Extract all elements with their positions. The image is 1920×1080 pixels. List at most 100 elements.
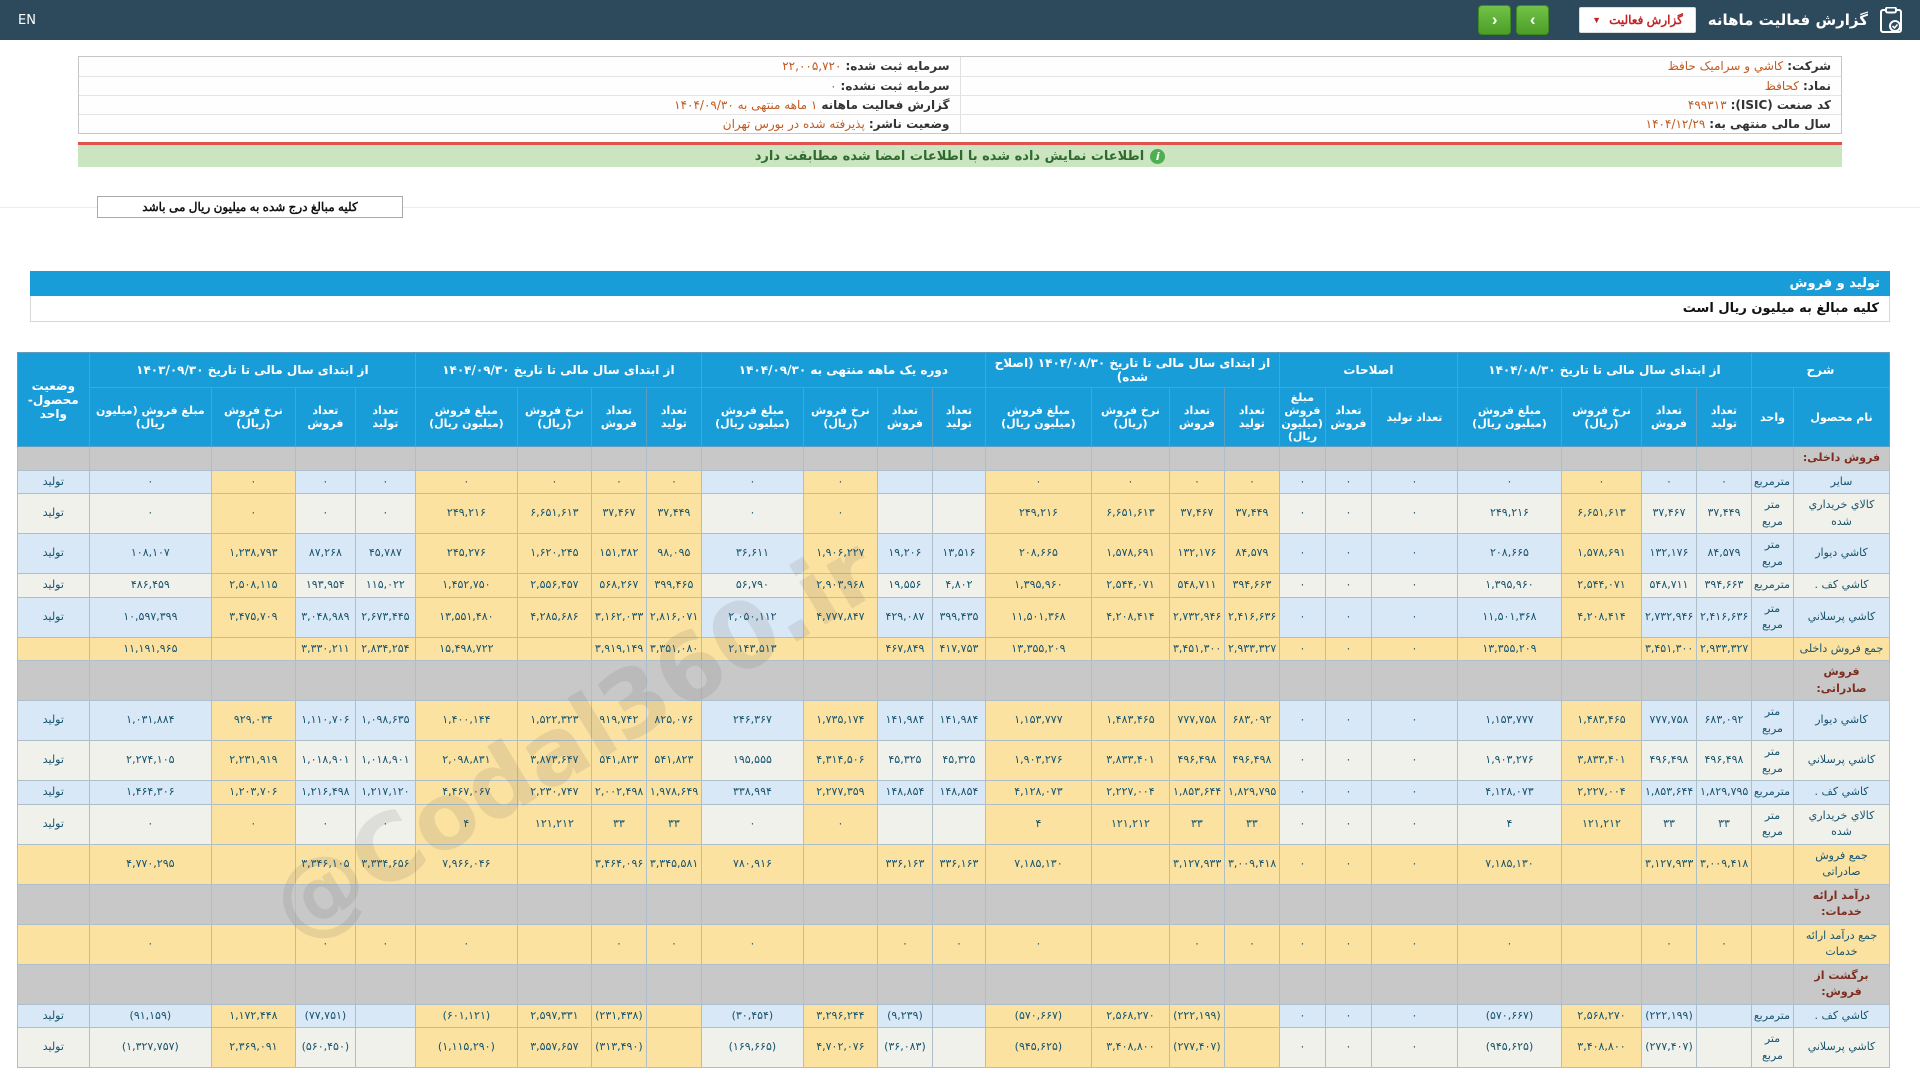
value-cell — [931, 446, 986, 471]
value-cell: ۱۱,۱۹۱,۹۶۵ — [88, 636, 212, 661]
value-cell: ۲,۵۵۶,۴۵۷ — [516, 573, 592, 598]
value-cell — [1695, 1027, 1752, 1068]
value-cell — [516, 883, 592, 925]
value-cell: ۰ — [1324, 1027, 1372, 1068]
value-cell — [984, 660, 1092, 701]
value-cell: ۳,۳۳۰,۲۱۱ — [294, 636, 356, 661]
value-cell: ۲,۴۱۶,۶۳۶ — [1223, 596, 1280, 638]
product-name-cell: جمع فروش داخلی — [1793, 636, 1890, 661]
value-cell — [645, 446, 702, 471]
value-cell: ۰ — [1324, 469, 1372, 494]
header-column-cell: تعداد تولید — [931, 387, 986, 447]
status-cell — [16, 843, 90, 885]
value-cell: ۰ — [1370, 636, 1458, 661]
value-cell: ۳۷,۴۶۷ — [590, 493, 647, 534]
value-cell — [516, 446, 592, 471]
table-row: کاشي کف . مترمربع (۲۲۲,۱۹۹) ۲,۵۶۸,۲۷۰ (۵۷۰,۶… — [16, 1003, 1890, 1028]
production-sales-table: شرح از ابتدای سال مالی تا تاریخ ۱۴۰۴/۰۸/۳… — [16, 352, 1891, 1068]
value-cell: ۴,۷۷۰,۲۹۵ — [88, 843, 212, 885]
value-cell: ۱,۸۲۹,۷۹۵ — [1695, 780, 1752, 805]
product-name-cell: کاشي پرسلاني — [1793, 740, 1890, 781]
value-cell: ۲,۲۳۰,۷۴۷ — [516, 780, 592, 805]
amounts-unit-note-button[interactable]: کلیه مبالغ درج شده به میلیون ریال می باش… — [97, 196, 403, 218]
previous-report-button[interactable]: ‹ — [1478, 5, 1512, 35]
value-cell: ۰ — [1278, 636, 1326, 661]
value-cell: ۱,۳۹۵,۹۶۰ — [984, 573, 1092, 598]
language-toggle[interactable]: EN — [18, 13, 36, 28]
value-cell — [700, 963, 804, 1005]
header-column-cell: تعداد فروش — [1168, 387, 1225, 447]
value-cell — [1370, 883, 1458, 925]
value-cell — [802, 963, 878, 1005]
value-cell — [876, 469, 933, 494]
value-cell: ۲,۶۷۳,۴۴۵ — [354, 596, 416, 638]
table-row: کالاي خریداري شده متر مربع ۳۷,۴۴۹ ۳۷,۴۶۷ ۶,۶… — [16, 493, 1890, 534]
value-cell — [802, 660, 878, 701]
status-cell: تولید — [16, 1027, 90, 1068]
value-cell: ۰ — [1278, 1027, 1326, 1068]
info-label: سرمایه ثبت نشده: — [840, 78, 950, 93]
value-cell — [414, 883, 518, 925]
info-label: نماد: — [1802, 78, 1831, 93]
value-cell: ۰ — [1560, 469, 1642, 494]
value-cell — [294, 883, 356, 925]
value-cell: ۱۳۲,۱۷۶ — [1168, 533, 1225, 574]
value-cell — [1324, 963, 1372, 1005]
value-cell: ۴۹۶,۴۹۸ — [1223, 740, 1280, 781]
value-cell: ۱۳,۵۵۱,۴۸۰ — [414, 596, 518, 638]
value-cell: ۳۶,۶۱۱ — [700, 533, 804, 574]
report-type-dropdown[interactable]: گزارش فعالیت ▼ — [1579, 7, 1696, 33]
header-column-cell: تعداد تولید — [1695, 387, 1752, 447]
value-cell: ۳۷,۴۴۹ — [645, 493, 702, 534]
value-cell: ۰ — [1278, 1003, 1326, 1028]
value-cell: ۶,۶۵۱,۶۱۳ — [516, 493, 592, 534]
company-info-left-cell: سرمایه ثبت نشده:۰ — [79, 76, 960, 96]
value-cell: ۲,۰۵۰,۱۱۲ — [700, 596, 804, 638]
status-cell: تولید — [16, 469, 90, 494]
value-cell: ۰ — [1324, 740, 1372, 781]
company-info-row: کد صنعت (ISIC):۴۹۹۳۱۳ گزارش فعالیت ماهانه… — [79, 95, 1841, 115]
value-cell — [1168, 963, 1225, 1005]
value-cell — [210, 446, 296, 471]
value-cell: ۰ — [1456, 469, 1562, 494]
value-cell — [1223, 446, 1280, 471]
header-group-cell: شرح — [1750, 352, 1891, 388]
value-cell — [1640, 446, 1697, 471]
value-cell: ۴ — [1456, 803, 1562, 845]
status-cell: تولید — [16, 1003, 90, 1028]
info-value: کاشي و سرامیک حافظ — [1667, 59, 1784, 74]
header-column-cell: واحد — [1750, 387, 1795, 447]
value-cell: ۱,۴۶۴,۳۰۶ — [88, 780, 212, 805]
value-cell: ۰ — [1370, 700, 1458, 741]
header-group-cell: از ابتدای سال مالی تا تاریخ ۱۴۰۴/۰۸/۳۰ (… — [984, 352, 1280, 388]
value-cell: ۳,۳۴۶,۱۰۵ — [294, 843, 356, 885]
value-cell: ۵۴۸,۷۱۱ — [1168, 573, 1225, 598]
status-cell — [16, 963, 90, 1005]
value-cell — [1168, 883, 1225, 925]
value-cell: ۰ — [1223, 469, 1280, 494]
value-cell: ۲۴۹,۲۱۶ — [414, 493, 518, 534]
next-report-button[interactable]: › — [1516, 5, 1550, 35]
value-cell: ۴,۱۲۸,۰۷۳ — [1456, 780, 1562, 805]
unit-cell: مترمربع — [1750, 469, 1795, 494]
value-cell: ۱,۹۰۶,۲۲۷ — [802, 533, 878, 574]
value-cell — [1223, 660, 1280, 701]
value-cell — [590, 446, 647, 471]
value-cell: ۳,۱۲۷,۹۳۳ — [1640, 843, 1697, 885]
value-cell: ۵۴۱,۸۲۳ — [645, 740, 702, 781]
signature-match-text: اطلاعات نمایش داده شده با اطلاعات امضا ش… — [754, 148, 1145, 164]
value-cell: ۱,۴۸۳,۴۶۵ — [1560, 700, 1642, 741]
value-cell: ۳۹۹,۴۳۵ — [931, 596, 986, 638]
info-label: کد صنعت (ISIC): — [1730, 97, 1831, 112]
value-cell: ۲,۵۶۸,۲۷۰ — [1560, 1003, 1642, 1028]
value-cell: ۰ — [1324, 1003, 1372, 1028]
company-info-row: نماد:کحافظ سرمایه ثبت نشده:۰ — [79, 76, 1841, 96]
value-cell — [1560, 843, 1642, 885]
value-cell: ۰ — [414, 923, 518, 965]
value-cell: ۱۱,۵۰۱,۳۶۸ — [984, 596, 1092, 638]
value-cell: ۳,۴۰۸,۸۰۰ — [1090, 1027, 1170, 1068]
value-cell: ۱,۹۰۳,۲۷۶ — [984, 740, 1092, 781]
value-cell — [700, 883, 804, 925]
value-cell: ۳,۴۵۱,۳۰۰ — [1640, 636, 1697, 661]
header-column-cell: مبلغ فروش (میلیون ریال) — [984, 387, 1092, 447]
